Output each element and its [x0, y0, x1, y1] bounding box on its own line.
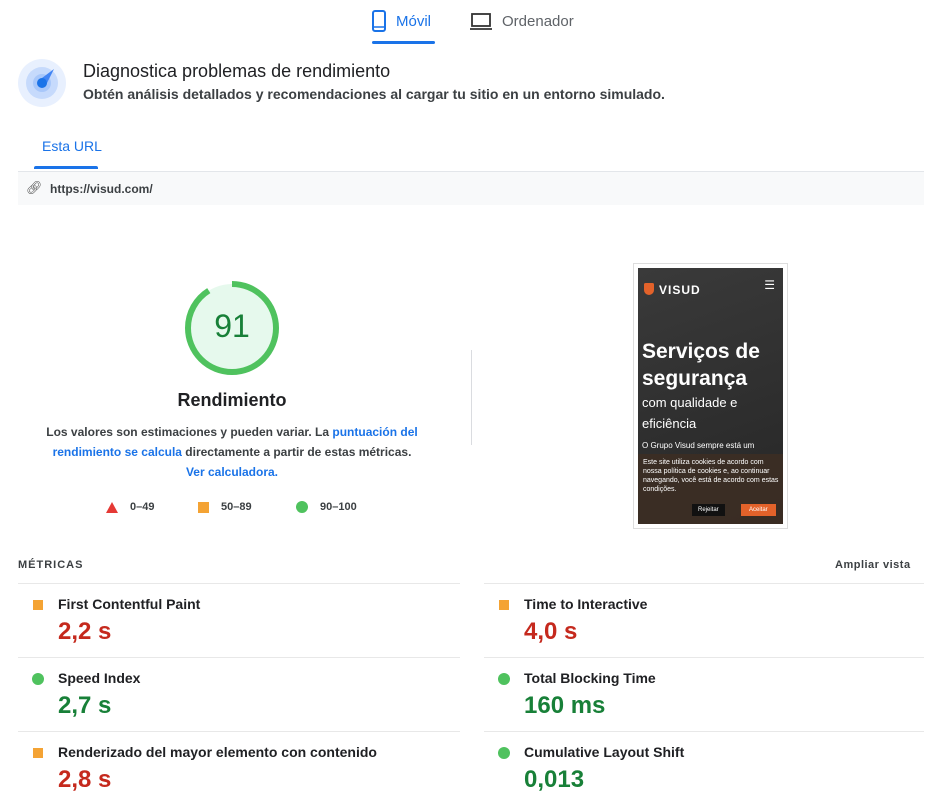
metric-label: Time to Interactive — [524, 596, 648, 612]
metric-label: Renderizado del mayor elemento con conte… — [58, 744, 377, 760]
link-icon: 🔗︎ — [26, 180, 43, 195]
metric-label: Cumulative Layout Shift — [524, 744, 685, 760]
active-tab-indicator — [372, 41, 435, 44]
preview-body: O Grupo Visud sempre está um — [642, 441, 755, 450]
metric-value: 0,013 — [524, 766, 585, 793]
square-average-icon — [198, 501, 209, 513]
legend-fail: 0–49 — [130, 501, 155, 513]
tab-mobile[interactable]: Móvil — [372, 1, 431, 41]
reject-button: Rejeitar — [692, 504, 725, 516]
score-label: Rendimiento — [177, 390, 287, 410]
score-value: 91 — [214, 308, 250, 344]
circle-pass-icon — [296, 501, 308, 513]
legend-pass: 90–100 — [320, 501, 357, 513]
legend-average: 50–89 — [221, 501, 252, 513]
divider — [471, 350, 472, 445]
page-screenshot: VISUD ☰ Serviços de segurança com qualid… — [633, 263, 788, 529]
menu-icon: ☰ — [764, 278, 775, 292]
preview-brand: VISUD — [659, 283, 701, 297]
metric-value: 2,2 s — [58, 618, 112, 645]
metric-value: 2,8 s — [58, 766, 112, 793]
metric-label: First Contentful Paint — [58, 596, 201, 612]
triangle-fail-icon — [106, 501, 118, 513]
metrics-title: MÉTRICAS — [18, 559, 84, 571]
expand-view-toggle[interactable]: Ampliar vista — [835, 559, 911, 571]
metric-lcp: Renderizado del mayor elemento con conte… — [18, 731, 460, 805]
metric-label: Speed Index — [58, 670, 141, 686]
circle-pass-icon — [32, 673, 44, 685]
tab-desktop-label: Ordenador — [502, 12, 574, 30]
square-average-icon — [33, 748, 43, 758]
page-title: Diagnostica problemas de rendimiento — [83, 61, 391, 81]
page-subtitle: Obtén análisis detallados y recomendacio… — [83, 86, 665, 102]
url-text[interactable]: https://visud.com/ — [50, 182, 153, 196]
metric-value: 4,0 s — [524, 618, 578, 645]
preview-sub: com qualidade e eficiência — [642, 395, 738, 431]
square-average-icon — [33, 600, 43, 610]
score-legend: 0–49 50–89 90–100 — [106, 501, 357, 513]
calculator-link[interactable]: Ver calculadora. — [186, 465, 278, 479]
metric-value: 2,7 s — [58, 692, 112, 719]
circle-pass-icon — [498, 747, 510, 759]
url-bar: 🔗︎ https://visud.com/ — [18, 171, 924, 205]
circle-pass-icon — [498, 673, 510, 685]
metric-fcp: First Contentful Paint 2,2 s — [18, 583, 460, 657]
score-description: Los valores son estimaciones y pueden va… — [42, 422, 422, 482]
cookie-banner: Este site utiliza cookies de acordo com … — [638, 454, 783, 524]
phone-icon — [372, 10, 386, 32]
tab-desktop[interactable]: Ordenador — [470, 1, 574, 41]
cookie-text: Este site utiliza cookies de acordo com … — [643, 459, 779, 493]
url-tab-indicator — [34, 166, 98, 169]
metric-tbt: Total Blocking Time 160 ms — [484, 657, 924, 731]
metric-cls: Cumulative Layout Shift 0,013 — [484, 731, 924, 805]
tab-this-url[interactable]: Esta URL — [42, 138, 102, 154]
desc-text: Los valores son estimaciones y pueden va… — [46, 425, 333, 439]
visud-logo-icon — [644, 283, 654, 295]
laptop-icon — [470, 13, 492, 30]
metric-label: Total Blocking Time — [524, 670, 656, 686]
preview-headline: Serviços de segurança — [642, 340, 760, 390]
accept-button: Aceitar — [741, 504, 776, 516]
metric-speed-index: Speed Index 2,7 s — [18, 657, 460, 731]
metric-value: 160 ms — [524, 692, 606, 719]
gauge-logo-icon — [18, 59, 66, 107]
metric-tti: Time to Interactive 4,0 s — [484, 583, 924, 657]
desc-text: directamente a partir de estas métricas. — [181, 445, 412, 459]
square-average-icon — [499, 600, 509, 610]
tab-mobile-label: Móvil — [396, 12, 432, 30]
